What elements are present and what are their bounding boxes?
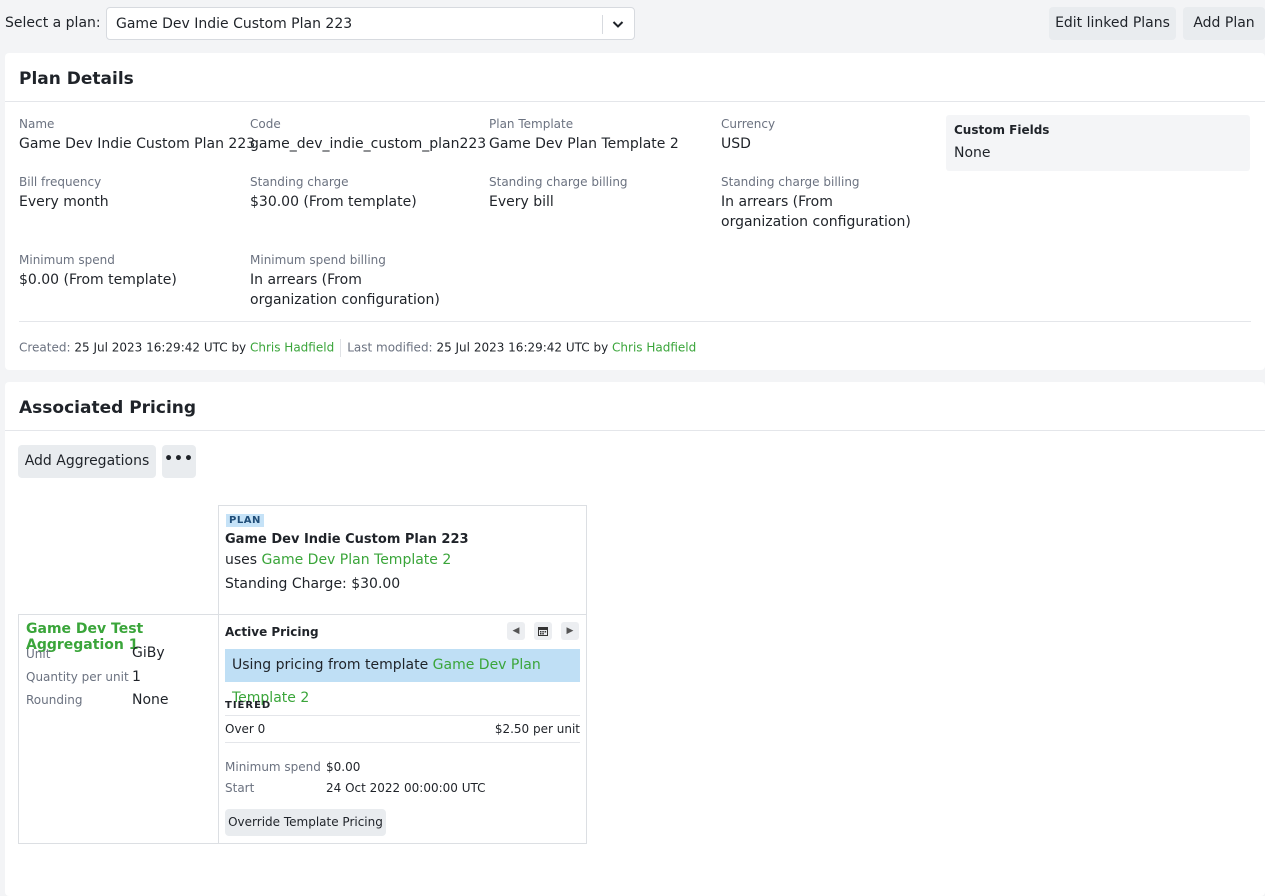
select-separator [602,15,603,34]
field-value: $0.00 (From template) [19,272,177,288]
divider [225,715,580,716]
field-value: game_dev_indie_custom_plan223 [250,136,487,152]
tiered-label: TIERED [225,700,272,711]
select-plan-label: Select a plan: [5,15,101,31]
plan-uses-text: uses Game Dev Plan Template 2 [225,552,451,568]
aggregation-rounding-label: Rounding [26,693,83,707]
field-label: Currency [721,117,776,131]
field-label: Name [19,117,55,131]
start-label: Start [225,781,255,795]
active-pricing-title: Active Pricing [225,625,319,639]
previous-pricing-icon[interactable]: ◀ [507,622,525,640]
field-value: In arrears (From organization configurat… [250,272,440,308]
plan-template-link[interactable]: Game Dev Plan Template 2 [489,134,679,154]
audit-meta: Created: 25 Jul 2023 16:29:42 UTC by Chr… [19,339,696,357]
using-prefix: Using pricing from template [232,657,429,673]
divider [5,101,1265,102]
plan-name: Game Dev Indie Custom Plan 223 [225,532,469,547]
field-standing-charge-billing: Standing charge billing Every bill [489,174,628,212]
associated-pricing-card: Associated Pricing Add Aggregations ••• … [5,382,1265,896]
field-label: Standing charge billing [721,175,860,189]
tier-price: $2.50 per unit [494,722,580,736]
selected-plan-value: Game Dev Indie Custom Plan 223 [116,16,353,32]
created-by-link[interactable]: Chris Hadfield [250,341,334,355]
field-label: Bill frequency [19,175,102,189]
field-code: Code game_dev_indie_custom_plan223 [250,116,486,154]
plan-pricing-column: PLAN Game Dev Indie Custom Plan 223 uses… [218,505,587,844]
plan-details-title: Plan Details [19,69,134,89]
field-minimum-spend-billing: Minimum spend billing In arrears (From o… [250,252,450,310]
plan-details-card: Plan Details Name Game Dev Indie Custom … [5,53,1265,370]
meta-separator [340,339,342,357]
override-template-pricing-button[interactable]: Override Template Pricing [225,809,386,836]
aggregation-unit-label: Unit [26,647,51,661]
modified-by-link[interactable]: Chris Hadfield [612,341,696,355]
aggregation-rounding-value: None [132,692,169,708]
add-plan-button[interactable]: Add Plan [1183,7,1265,40]
plan-select[interactable]: Game Dev Indie Custom Plan 223 [106,7,635,40]
field-value: Every month [19,194,109,210]
aggregation-qty-value: 1 [132,669,141,685]
aggregation-cell: Game Dev Test Aggregation 1 Unit GiBy Qu… [18,614,219,844]
field-value: Game Dev Indie Custom Plan 223 [19,136,256,152]
field-bill-frequency: Bill frequency Every month [19,174,109,212]
calendar-icon[interactable] [534,622,552,640]
uses-prefix: uses [225,552,258,568]
aggregation-qty-label: Quantity per unit [26,670,129,684]
field-name: Name Game Dev Indie Custom Plan 223 [19,116,255,154]
more-options-button[interactable]: ••• [162,445,196,478]
edit-linked-plans-button[interactable]: Edit linked Plans [1049,7,1176,40]
template-pricing-notice: Using pricing from template Game Dev Pla… [225,649,580,706]
aggregation-unit-value: GiBy [132,645,165,661]
aggregation-name-link[interactable]: Game Dev Test Aggregation 1 [26,621,219,653]
tier-range: Over 0 [225,722,266,736]
divider [5,430,1265,431]
field-minimum-spend: Minimum spend $0.00 (From template) [19,252,177,290]
custom-fields-title: Custom Fields [954,123,1050,137]
divider [219,614,586,615]
minimum-spend-value: $0.00 [326,760,361,774]
top-bar: Select a plan: Game Dev Indie Custom Pla… [0,0,1265,46]
field-label: Plan Template [489,117,574,131]
field-label: Minimum spend billing [250,253,386,267]
associated-pricing-title: Associated Pricing [19,398,197,418]
field-label: Standing charge [250,175,349,189]
field-currency: Currency USD [721,116,775,154]
minimum-spend-label: Minimum spend [225,760,321,774]
field-value: $30.00 (From template) [250,194,417,210]
field-standing-charge-billing-timing: Standing charge billing In arrears (From… [721,174,921,232]
plan-badge: PLAN [226,514,264,527]
next-pricing-icon[interactable]: ▶ [561,622,579,640]
custom-fields-box: Custom Fields None [946,115,1250,171]
field-value: Every bill [489,194,554,210]
created-value: 25 Jul 2023 16:29:42 UTC [74,340,228,355]
by-text: by [231,340,247,355]
field-plan-template: Plan Template Game Dev Plan Template 2 [489,116,679,154]
field-standing-charge: Standing charge $30.00 (From template) [250,174,417,212]
standing-charge-text: Standing Charge: $30.00 [225,576,401,592]
custom-fields-value: None [954,145,991,161]
plan-template-link[interactable]: Game Dev Plan Template 2 [262,552,452,568]
chevron-down-icon[interactable] [610,16,626,32]
created-label: Created: [19,340,71,355]
start-value: 24 Oct 2022 00:00:00 UTC [326,781,486,795]
field-label: Code [250,117,281,131]
field-value: In arrears (From organization configurat… [721,194,911,230]
add-aggregations-button[interactable]: Add Aggregations [18,445,156,478]
field-label: Minimum spend [19,253,115,267]
field-value: USD [721,136,751,152]
divider [225,742,580,743]
modified-label: Last modified: [347,340,433,355]
modified-value: 25 Jul 2023 16:29:42 UTC [436,340,590,355]
field-label: Standing charge billing [489,175,628,189]
by-text: by [593,340,609,355]
divider [19,321,1251,322]
